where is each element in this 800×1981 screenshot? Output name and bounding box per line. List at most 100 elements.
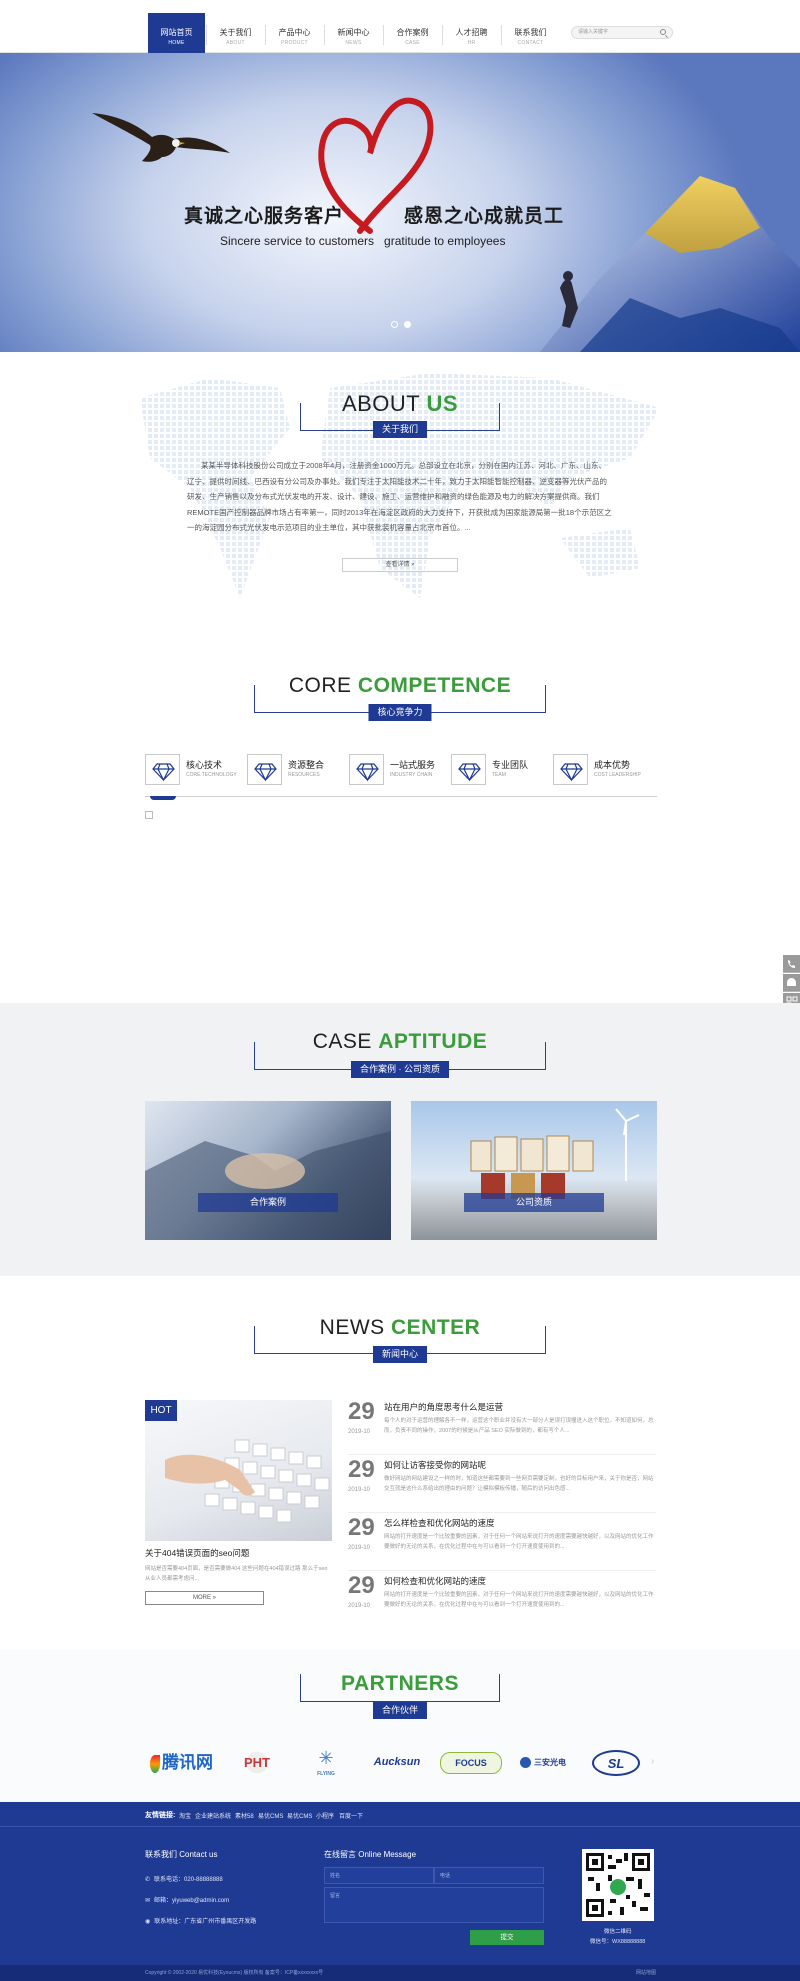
sitemap-link[interactable]: 网站地图 [636, 1969, 656, 1976]
mail-icon: ✉ [145, 1898, 151, 1904]
nav-item-about[interactable]: 关于我们 ABOUT [207, 13, 264, 53]
hot-badge: HOT [145, 1400, 177, 1421]
news-item-desc: 网站的打开速度是一个比较重要的因素，对于任何一个网站来说打开的速度需要越快越好，… [384, 1592, 654, 1608]
friend-link[interactable]: 百度一下 [339, 1811, 363, 1820]
phone-icon[interactable] [783, 955, 800, 973]
news-day: 29 [348, 1398, 375, 1425]
competence-active-indicator [150, 796, 176, 800]
friend-link[interactable]: 易优CMS [258, 1811, 283, 1820]
certificates-image [470, 1108, 640, 1199]
copyright-text: Copyright © 2002-2020 易优科技(Eyoucms) 版权所有… [145, 1970, 324, 1976]
nav-item-product[interactable]: 产品中心 PRODUCT [266, 13, 323, 53]
chevron-right-icon[interactable]: › [651, 1756, 654, 1767]
partner-logo[interactable]: Aucksun [366, 1745, 428, 1780]
case-title: CASE APTITUDE [0, 1030, 800, 1054]
case-card[interactable]: 公司资质 [411, 1101, 657, 1240]
about-title: ABOUT US [0, 391, 800, 417]
news-item-title[interactable]: 站在用户的角度思考什么是运营 [384, 1401, 503, 1413]
submit-button[interactable]: 提交 [470, 1930, 544, 1945]
case-card[interactable]: 合作案例 [145, 1101, 391, 1240]
news-list-item[interactable]: 29 2019-10 站在用户的角度思考什么是运营 每个人的对于运营的理解各不一样，运… [348, 1398, 656, 1455]
friend-link[interactable]: 企业建站系统 [195, 1811, 231, 1820]
banner-subtitle: Sincere service to customers gratitude t… [220, 234, 506, 248]
message-field[interactable]: 留言 [324, 1887, 544, 1923]
news-title-b: CENTER [391, 1316, 481, 1339]
diamond-icon [145, 754, 180, 785]
nav-item-home[interactable]: 网站首页 HOME [148, 13, 205, 53]
competence-sublabel: CORE TECHNOLOGY [186, 772, 237, 778]
banner-title-left: 真诚之心服务客户 [184, 206, 345, 227]
nav-label: 联系我们 [514, 28, 547, 37]
nav-sublabel: PRODUCT [281, 40, 308, 46]
news-list-item[interactable]: 29 2019-10 如何检查和优化网站的速度 网站的打开速度是一个比较重要的因素，对… [348, 1572, 656, 1629]
nav-label: 关于我们 [219, 28, 252, 37]
partner-logo[interactable]: PHT [226, 1745, 288, 1780]
chat-icon[interactable] [783, 974, 800, 992]
partner-logo[interactable]: 腾讯网 [150, 1745, 213, 1780]
nav-item-contact[interactable]: 联系我们 CONTACT [502, 13, 559, 53]
news-tag: 新闻中心 [372, 1346, 428, 1363]
competence-title: CORE COMPETENCE [0, 674, 800, 698]
search-icon[interactable] [660, 29, 666, 35]
friend-link[interactable]: 素材58 [235, 1811, 254, 1820]
competence-sublabel: RESOURCES [288, 772, 320, 778]
friend-links-label: 友情链接: [145, 1812, 176, 1819]
partner-name: 三安光电 [534, 1758, 566, 1767]
phone-field[interactable]: 电话 [434, 1867, 544, 1884]
news-item-title[interactable]: 如何检查和优化网站的速度 [384, 1575, 486, 1587]
contact-phone-text: 联系电话：020-88888888 [154, 1877, 223, 1883]
competence-title-a: CORE [288, 674, 352, 697]
news-title-a: NEWS [319, 1316, 385, 1339]
competence-item[interactable]: 资源整合 RESOURCES [247, 752, 347, 790]
friend-link[interactable]: 淘宝 [179, 1811, 191, 1820]
news-featured-title[interactable]: 关于404错误页面的seo问题 [145, 1547, 249, 1559]
handshake-image [145, 1131, 391, 1240]
partners-tag: 合作伙伴 [372, 1702, 428, 1719]
diamond-icon [451, 754, 486, 785]
partner-logo[interactable]: FOCUS [440, 1752, 502, 1774]
competence-label: 核心技术 [186, 760, 223, 770]
competence-sublabel: COST LEADERSHIP [594, 772, 641, 778]
search-input[interactable]: 请输入关键字 [571, 26, 673, 39]
top-header: 网站首页 HOME 关于我们 ABOUT 产品中心 PRODUCT 新闻中心 NEWS … [0, 0, 800, 53]
partner-logo[interactable]: 三安光电 [512, 1745, 574, 1780]
competence-title-b: COMPETENCE [357, 674, 512, 697]
location-icon: ◉ [145, 1919, 151, 1925]
friend-link[interactable]: 小程序 [316, 1811, 334, 1820]
news-more-button[interactable]: MORE » [145, 1591, 264, 1605]
competence-item[interactable]: 成本优势 COST LEADERSHIP [553, 752, 653, 790]
qrcode-image [582, 1849, 654, 1921]
news-title: NEWS CENTER [0, 1316, 800, 1340]
competence-tag: 核心竞争力 [368, 704, 432, 721]
diamond-icon [349, 754, 384, 785]
nav-label: 新闻中心 [337, 28, 370, 37]
slider-dot-active[interactable] [404, 321, 411, 328]
about-more-button[interactable]: 查看详情 » [342, 558, 458, 572]
competence-item[interactable]: 一站式服务 INDUSTRY CHAIN [349, 752, 449, 790]
nav-sublabel: ABOUT [226, 40, 245, 46]
friend-link[interactable]: 易优CMS [287, 1811, 312, 1820]
news-day: 29 [348, 1456, 375, 1483]
partner-logo[interactable]: ✳ FLYING [302, 1745, 350, 1780]
competence-item[interactable]: 核心技术 CORE TECHNOLOGY [145, 752, 245, 790]
slider-dot[interactable] [391, 321, 398, 328]
nav-sublabel: CASE [405, 40, 420, 46]
nav-sublabel: NEWS [345, 40, 362, 46]
partner-logo[interactable]: SL [592, 1750, 640, 1776]
name-field[interactable]: 姓名 [324, 1867, 434, 1884]
case-tag: 合作案例 · 公司资质 [351, 1061, 449, 1078]
news-list-item[interactable]: 29 2019-10 如何让访客接受你的网站呢 做好网站的网站建设之一样的时，知道这些… [348, 1456, 656, 1513]
competence-item[interactable]: 专业团队 TEAM [451, 752, 551, 790]
about-text: 某某半导体科技股份公司成立于2008年4月，注册资金1000万元。总部设立在北京… [187, 461, 612, 532]
hero-banner: 真诚之心服务客户 感恩之心成就员工 Sincere service to cus… [0, 53, 800, 352]
nav-item-case[interactable]: 合作案例 CASE [384, 13, 441, 53]
news-featured-image[interactable]: HOT [145, 1400, 332, 1541]
contact-address: ◉ 联系地址：广东省广州市番禺区开发路 [145, 1916, 256, 1925]
partners-title: PARTNERS [0, 1672, 800, 1696]
nav-sublabel: CONTACT [517, 40, 544, 46]
news-item-title[interactable]: 怎么样检查和优化网站的速度 [384, 1517, 495, 1529]
nav-item-hr[interactable]: 人才招聘 HR [443, 13, 500, 53]
news-list-item[interactable]: 29 2019-10 怎么样检查和优化网站的速度 网站的打开速度是一个比较重要的因素，… [348, 1514, 656, 1571]
nav-item-news[interactable]: 新闻中心 NEWS [325, 13, 382, 53]
news-item-title[interactable]: 如何让访客接受你的网站呢 [384, 1459, 486, 1471]
